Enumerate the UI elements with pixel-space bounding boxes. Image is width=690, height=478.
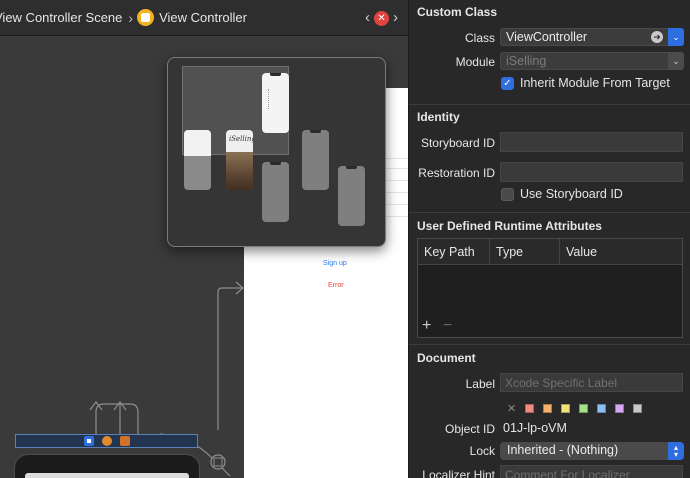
document-label-field[interactable] bbox=[500, 373, 683, 392]
divider bbox=[409, 344, 690, 345]
minimap-scene[interactable] bbox=[338, 166, 365, 226]
chevron-down-icon[interactable]: ⌄ bbox=[668, 52, 684, 70]
exit-icon[interactable] bbox=[119, 436, 130, 446]
column-key-path[interactable]: Key Path bbox=[418, 239, 490, 265]
swatch-red[interactable] bbox=[525, 404, 535, 413]
class-value[interactable]: ViewController bbox=[506, 30, 587, 44]
divider bbox=[409, 104, 690, 105]
swatch-orange[interactable] bbox=[543, 404, 553, 413]
lock-popup[interactable]: Inherited - (Nothing) ▴ ▾ bbox=[500, 442, 684, 460]
swatch-gray[interactable] bbox=[633, 404, 643, 413]
back-arrow-icon[interactable]: ‹ bbox=[365, 9, 370, 27]
use-storyboard-id-label: Use Storyboard ID bbox=[520, 187, 623, 201]
lock-value[interactable]: Inherited - (Nothing) bbox=[507, 443, 618, 457]
localizer-hint-label: Localizer Hint bbox=[422, 468, 495, 478]
scene-dock[interactable] bbox=[15, 434, 198, 448]
section-title-document: Document bbox=[417, 351, 476, 365]
localizer-hint-field[interactable] bbox=[500, 465, 683, 478]
section-title-custom-class: Custom Class bbox=[417, 5, 498, 19]
document-label-input[interactable] bbox=[501, 374, 682, 391]
storyboard-canvas[interactable]: Sign up Error iSelling View Controller S… bbox=[0, 0, 408, 478]
section-title-runtime-attributes: User Defined Runtime Attributes bbox=[417, 219, 602, 233]
jump-bar: View Controller Scene › View Controller … bbox=[0, 0, 408, 36]
storyboard-id-input[interactable] bbox=[501, 133, 682, 151]
inherit-module-label: Inherit Module From Target bbox=[520, 76, 670, 90]
first-responder-icon[interactable] bbox=[101, 436, 112, 446]
restoration-id-input[interactable] bbox=[501, 163, 682, 181]
divider bbox=[409, 212, 690, 213]
localizer-hint-input[interactable] bbox=[501, 466, 682, 478]
swatch-purple[interactable] bbox=[615, 404, 625, 413]
restoration-id-label: Restoration ID bbox=[418, 166, 495, 180]
clear-color-icon[interactable]: ✕ bbox=[507, 402, 516, 415]
inherit-module-row[interactable]: ✓ Inherit Module From Target bbox=[501, 76, 670, 90]
swatch-yellow[interactable] bbox=[561, 404, 571, 413]
close-icon[interactable]: ✕ bbox=[374, 10, 389, 26]
swatch-blue[interactable] bbox=[597, 404, 607, 413]
minimap-app-title: iSelling bbox=[229, 135, 253, 143]
minimap-photo bbox=[226, 152, 253, 190]
breadcrumb-scene[interactable]: View Controller Scene bbox=[0, 10, 122, 25]
lock-label: Lock bbox=[469, 444, 495, 458]
breadcrumb-chevron-icon: › bbox=[128, 9, 134, 26]
module-value[interactable]: iSelling bbox=[506, 54, 546, 68]
swatch-green[interactable] bbox=[579, 404, 589, 413]
object-id-label: Object ID bbox=[444, 422, 495, 436]
minimap-scene[interactable]: iSelling bbox=[226, 130, 253, 190]
view-controller-icon[interactable] bbox=[83, 436, 94, 446]
minimap-scene[interactable] bbox=[302, 130, 329, 190]
view-controller-icon bbox=[137, 9, 155, 26]
storyboard-id-field[interactable] bbox=[500, 132, 683, 152]
scene-phone-screen bbox=[25, 473, 189, 478]
canvas-minimap[interactable]: iSelling bbox=[167, 57, 386, 247]
module-label: Module bbox=[455, 55, 495, 69]
minimap-scene[interactable] bbox=[262, 73, 289, 133]
chevron-down-icon[interactable]: ⌄ bbox=[668, 28, 684, 46]
add-attribute-button[interactable]: + bbox=[422, 317, 431, 335]
remove-attribute-button[interactable]: − bbox=[443, 317, 452, 335]
signup-button[interactable]: Sign up bbox=[323, 260, 347, 267]
module-combo[interactable]: iSelling ⌄ bbox=[500, 52, 684, 70]
runtime-attributes-table[interactable]: Key Path Type Value + − bbox=[417, 238, 683, 338]
up-down-chevron-icon[interactable]: ▴ ▾ bbox=[668, 442, 684, 460]
class-combo[interactable]: ViewController ➜ ⌄ bbox=[500, 28, 684, 46]
use-storyboard-id-row[interactable]: Use Storyboard ID bbox=[501, 187, 623, 201]
column-value[interactable]: Value bbox=[560, 239, 682, 265]
object-id-value: 01J-lp-oVM bbox=[503, 421, 567, 435]
table-header: Key Path Type Value bbox=[418, 239, 682, 265]
breadcrumb-view-controller[interactable]: View Controller bbox=[159, 10, 247, 25]
minimap-scene[interactable] bbox=[184, 130, 211, 190]
class-label: Class bbox=[464, 31, 495, 45]
restoration-id-field[interactable] bbox=[500, 162, 683, 182]
inherit-module-checkbox[interactable]: ✓ bbox=[501, 76, 514, 90]
section-title-identity: Identity bbox=[417, 110, 460, 124]
identity-inspector: Custom Class Class ViewController ➜ ⌄ Mo… bbox=[408, 0, 690, 478]
storyboard-id-label: Storyboard ID bbox=[420, 136, 495, 150]
minimap-scene[interactable] bbox=[262, 162, 289, 222]
go-to-arrow-icon[interactable]: ➜ bbox=[651, 31, 663, 43]
error-label: Error bbox=[328, 282, 344, 289]
use-storyboard-id-checkbox[interactable] bbox=[501, 187, 514, 201]
scene-phone-frame[interactable] bbox=[14, 454, 200, 478]
column-type[interactable]: Type bbox=[490, 239, 560, 265]
document-label-label: Label bbox=[465, 377, 495, 391]
label-color-swatches: ✕ bbox=[507, 402, 643, 415]
forward-arrow-icon[interactable]: › bbox=[393, 9, 398, 27]
